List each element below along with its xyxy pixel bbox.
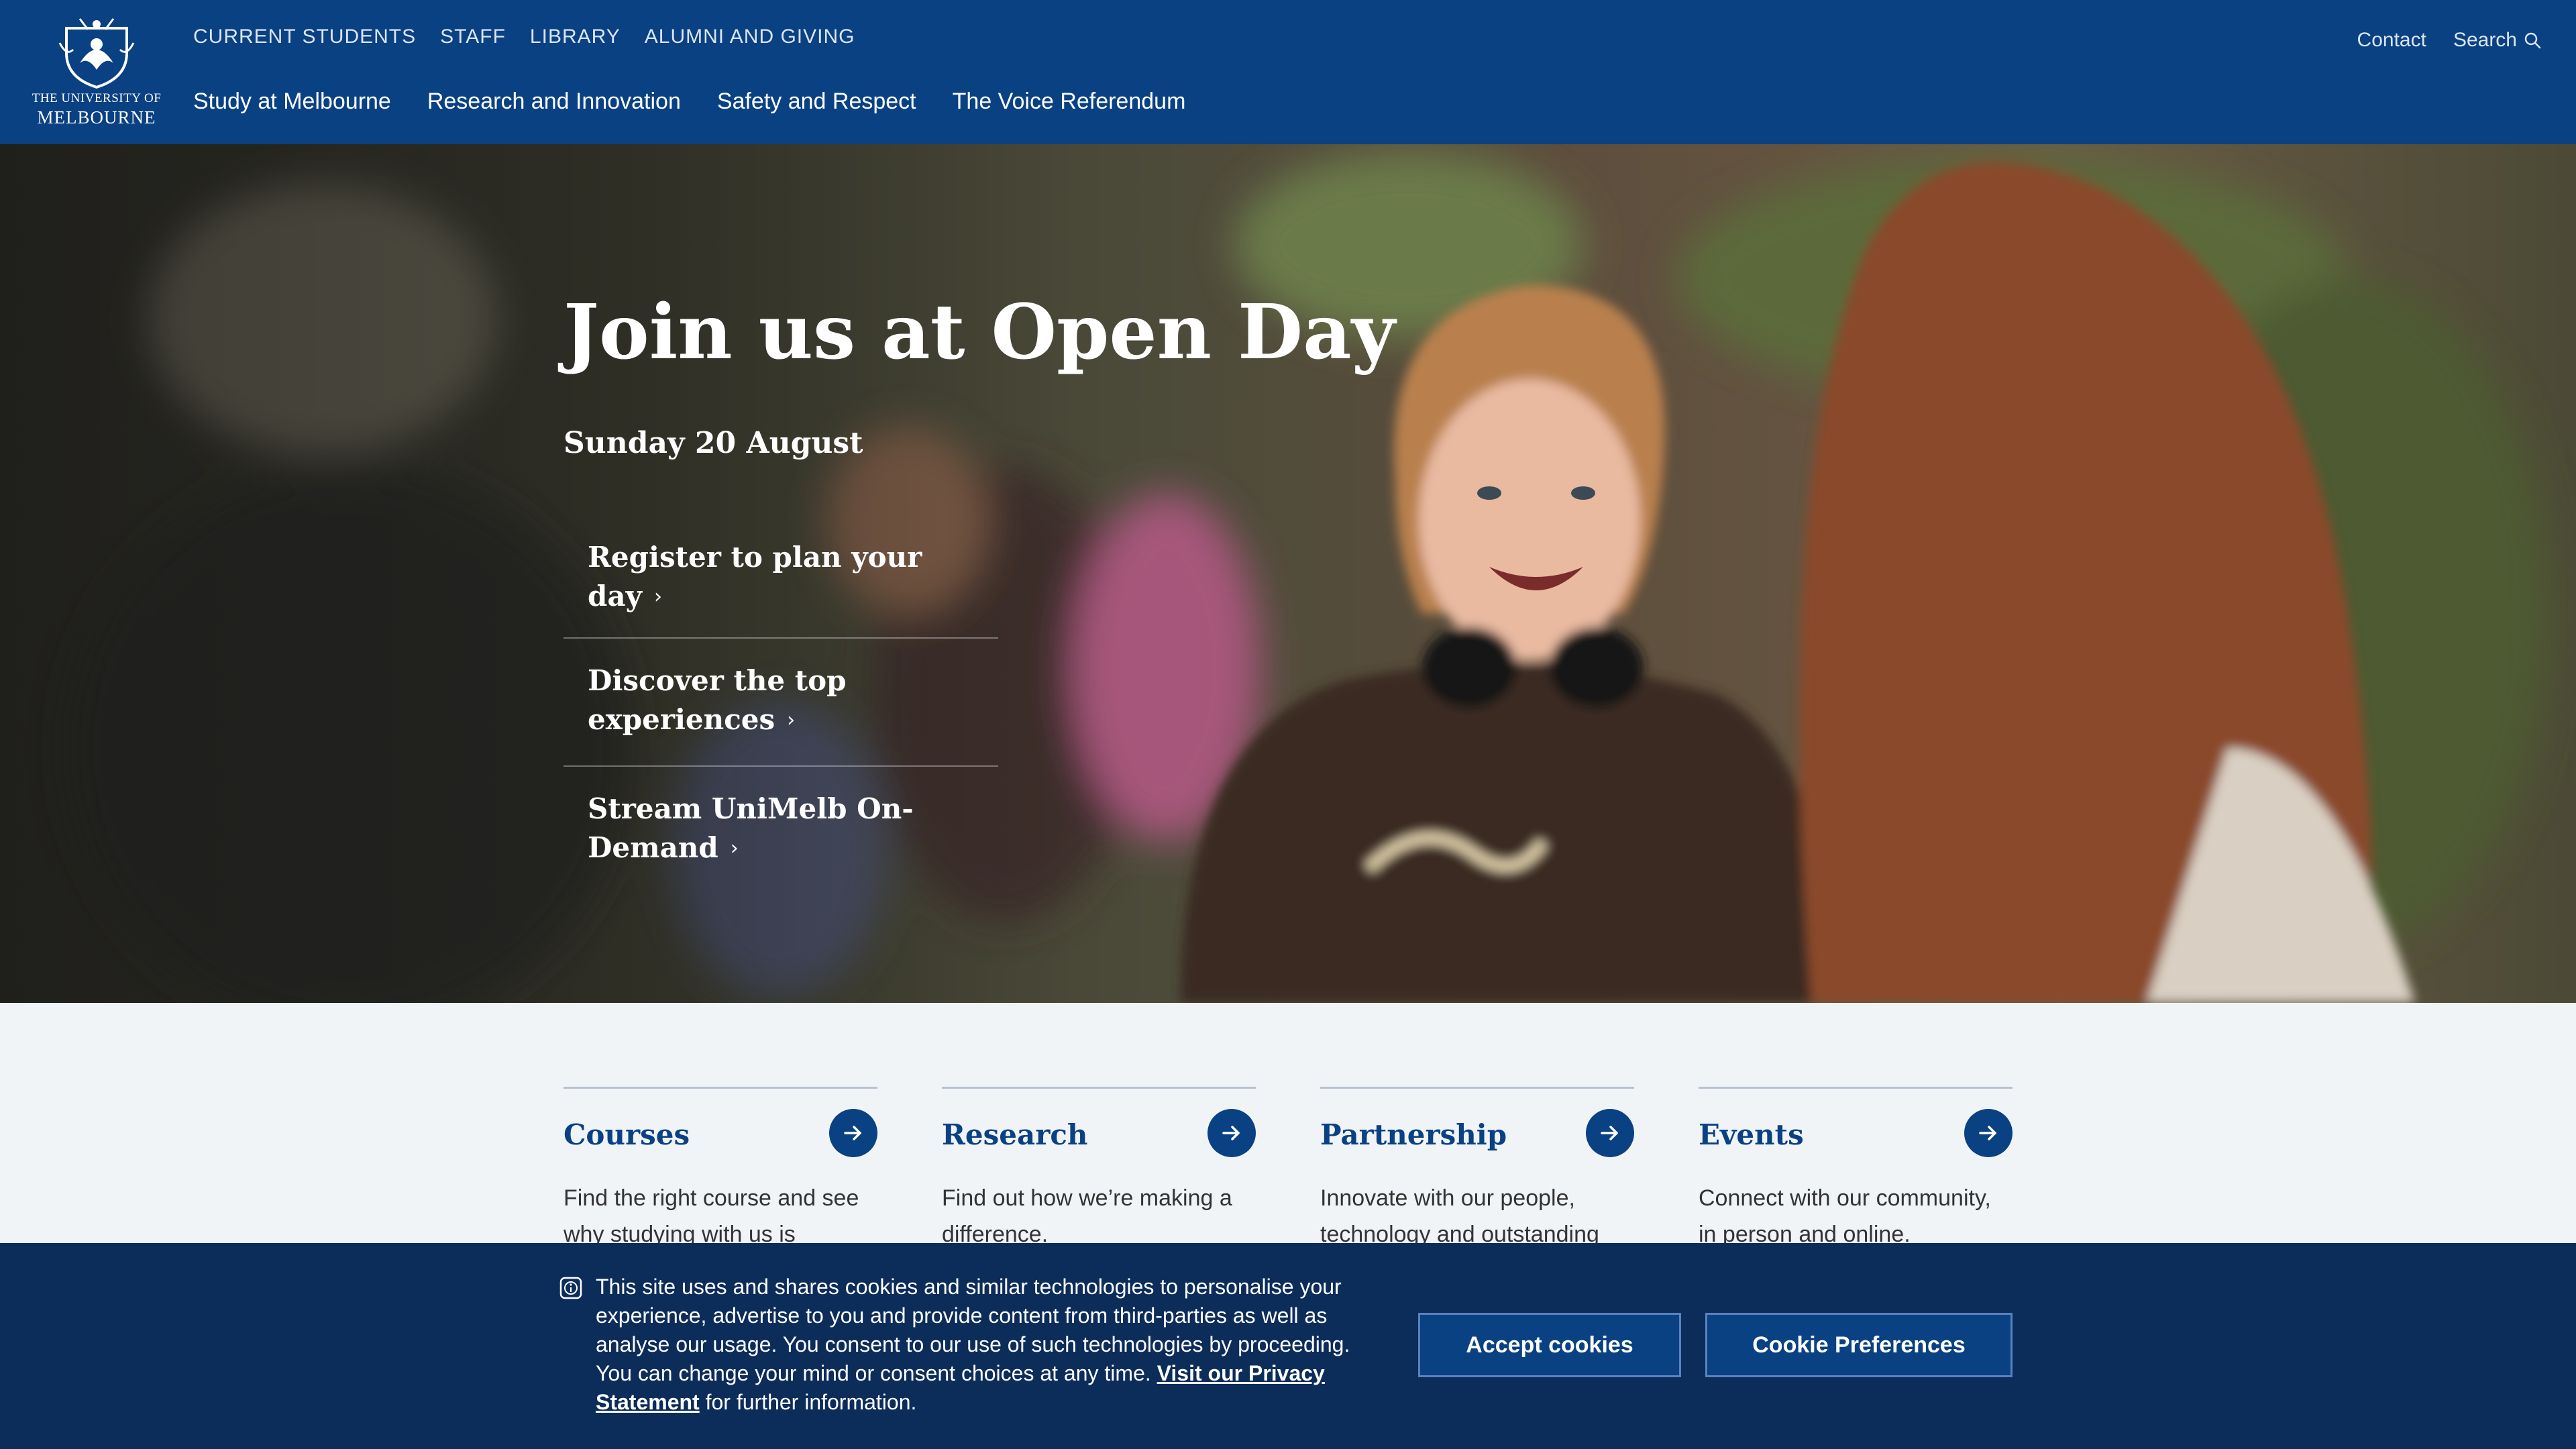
card-courses[interactable]: Courses Find the right course and see wh… [564, 1087, 877, 1247]
logo-line-big: MELBOURNE [37, 107, 156, 127]
header-actions: Contact Search [2357, 29, 2541, 52]
chevron-right-icon: › [730, 837, 739, 860]
main-nav-study[interactable]: Study at Melbourne [193, 89, 391, 115]
cookie-text-after: for further information. [705, 1390, 917, 1414]
card-arrow-button[interactable] [829, 1109, 877, 1157]
card-description: Find the right course and see why studyi… [564, 1185, 859, 1247]
util-nav-current-students[interactable]: CURRENT STUDENTS [193, 25, 416, 48]
hero-link-register[interactable]: Register to plan your day › [564, 520, 998, 639]
hero-date: Sunday 20 August [564, 426, 863, 460]
card-description: Innovate with our people, technology and… [1320, 1185, 1599, 1247]
contact-label: Contact [2357, 29, 2426, 51]
card-events[interactable]: Events Connect with our community, in pe… [1699, 1087, 2012, 1247]
card-title: Research [942, 1118, 1088, 1151]
util-nav-alumni-giving[interactable]: ALUMNI AND GIVING [645, 25, 855, 48]
contact-link[interactable]: Contact [2357, 29, 2426, 52]
card-partnership[interactable]: Partnership Innovate with our people, te… [1320, 1087, 1634, 1247]
cookie-banner: This site uses and shares cookies and si… [0, 1243, 2576, 1449]
card-description: Connect with our community, in person an… [1699, 1185, 1991, 1247]
university-logo[interactable]: THE UNIVERSITY OF MELBOURNE [32, 16, 161, 130]
main-nav-research[interactable]: Research and Innovation [427, 89, 681, 115]
card-title: Courses [564, 1118, 690, 1151]
hero-link-register-label: Register to plan your day [588, 541, 922, 612]
util-nav-staff[interactable]: STAFF [440, 25, 506, 48]
crest-icon [58, 18, 135, 89]
chevron-right-icon: › [787, 708, 796, 732]
hero-links: Register to plan your day › Discover the … [564, 520, 998, 894]
logo-line-small: THE UNIVERSITY OF [32, 91, 162, 105]
hero-link-discover-line2: experiences [588, 703, 775, 736]
chevron-right-icon: › [654, 585, 662, 608]
card-arrow-button[interactable] [1586, 1109, 1634, 1157]
card-arrow-button[interactable] [1208, 1109, 1256, 1157]
card-description: Find out how we’re making a difference. [942, 1185, 1232, 1247]
search-icon [2524, 32, 2541, 49]
main-nav-voice[interactable]: The Voice Referendum [953, 89, 1186, 115]
card-research[interactable]: Research Find out how we’re making a dif… [942, 1087, 1256, 1247]
arrow-right-icon [1601, 1126, 1618, 1140]
cookie-preferences-button[interactable]: Cookie Preferences [1705, 1313, 2012, 1377]
hero-link-stream-line1: Stream UniMelb On- [588, 792, 914, 825]
arrow-right-icon [1979, 1126, 1996, 1140]
info-icon [559, 1277, 582, 1299]
card-title: Events [1699, 1118, 1804, 1151]
arrow-right-icon [844, 1126, 861, 1140]
arrow-right-icon [1222, 1126, 1240, 1140]
hero-link-discover[interactable]: Discover the top experiences › [564, 639, 998, 767]
accept-cookies-button[interactable]: Accept cookies [1418, 1313, 1681, 1377]
hero-banner: Join us at Open Day Sunday 20 August Reg… [0, 144, 2576, 1003]
main-nav: Study at Melbourne Research and Innovati… [193, 89, 1185, 115]
main-nav-safety[interactable]: Safety and Respect [717, 89, 916, 115]
util-nav-library[interactable]: LIBRARY [530, 25, 621, 48]
utility-nav: CURRENT STUDENTS STAFF LIBRARY ALUMNI AN… [193, 25, 855, 48]
card-arrow-button[interactable] [1964, 1109, 2012, 1157]
cookie-message: This site uses and shares cookies and si… [596, 1273, 1387, 1417]
site-header: THE UNIVERSITY OF MELBOURNE CURRENT STUD… [0, 0, 2576, 144]
hero-link-discover-line1: Discover the top [588, 664, 847, 697]
hero-link-stream-line2: Demand [588, 831, 718, 864]
hero-link-stream[interactable]: Stream UniMelb On- Demand › [564, 767, 998, 894]
hero-title: Join us at Open Day [564, 288, 1395, 376]
search-button[interactable]: Search [2453, 29, 2541, 52]
search-label: Search [2453, 29, 2517, 51]
card-title: Partnership [1320, 1118, 1507, 1151]
